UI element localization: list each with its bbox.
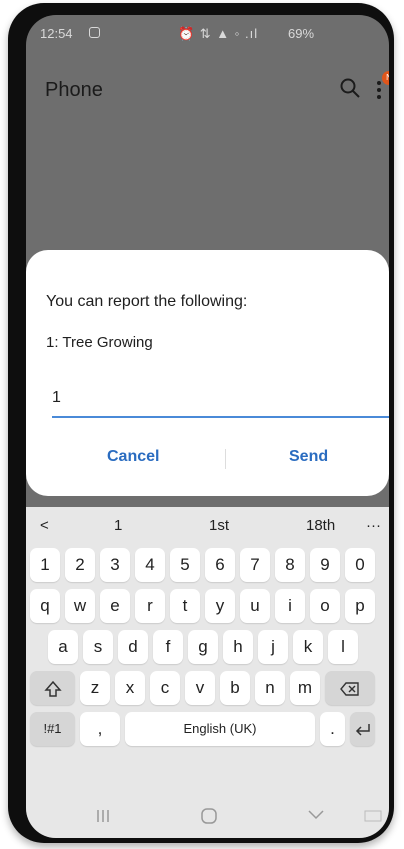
key-s[interactable]: s <box>83 630 113 664</box>
key-m[interactable]: m <box>290 671 320 705</box>
key-4[interactable]: 4 <box>135 548 165 582</box>
backspace-key[interactable] <box>325 671 375 705</box>
notification-badge: N <box>382 71 389 85</box>
more-suggestions-icon[interactable]: ··· <box>366 517 381 534</box>
button-divider <box>225 449 226 469</box>
enter-icon <box>355 723 370 736</box>
key-b[interactable]: b <box>220 671 250 705</box>
backspace-icon <box>340 681 359 696</box>
key-j[interactable]: j <box>258 630 288 664</box>
cancel-button[interactable]: Cancel <box>107 448 159 466</box>
enter-key[interactable] <box>350 712 375 746</box>
collapse-suggestions-icon[interactable]: < <box>40 517 49 534</box>
phone-screen: 12:54 ⏰ ⇅ ▲ ◦ .ıl 69% Phone N You can re… <box>26 15 389 838</box>
key-8[interactable]: 8 <box>275 548 305 582</box>
key-i[interactable]: i <box>275 589 305 623</box>
key-v[interactable]: v <box>185 671 215 705</box>
period-key[interactable]: . <box>320 712 345 746</box>
app-title: Phone <box>45 79 103 101</box>
key-2[interactable]: 2 <box>65 548 95 582</box>
key-z[interactable]: z <box>80 671 110 705</box>
key-x[interactable]: x <box>115 671 145 705</box>
key-w[interactable]: w <box>65 589 95 623</box>
key-n[interactable]: n <box>255 671 285 705</box>
suggestion-bar: < 1 1st 18th ··· <box>26 507 389 543</box>
key-y[interactable]: y <box>205 589 235 623</box>
report-input[interactable] <box>52 376 389 418</box>
key-t[interactable]: t <box>170 589 200 623</box>
dialog-message: You can report the following: <box>46 293 248 310</box>
recent-apps-icon[interactable] <box>94 809 112 823</box>
shift-key[interactable] <box>30 671 75 705</box>
report-option: 1: Tree Growing <box>46 334 153 351</box>
keyboard-grid-icon[interactable] <box>364 809 382 823</box>
status-icons: ⏰ ⇅ ▲ ◦ .ıl <box>178 26 259 41</box>
key-g[interactable]: g <box>188 630 218 664</box>
key-f[interactable]: f <box>153 630 183 664</box>
suggestion-item[interactable]: 1st <box>209 517 229 534</box>
instagram-icon <box>89 27 100 38</box>
key-u[interactable]: u <box>240 589 270 623</box>
key-o[interactable]: o <box>310 589 340 623</box>
comma-key[interactable]: , <box>80 712 120 746</box>
key-k[interactable]: k <box>293 630 323 664</box>
key-a[interactable]: a <box>48 630 78 664</box>
shift-icon <box>43 680 62 697</box>
key-h[interactable]: h <box>223 630 253 664</box>
navigation-bar <box>26 797 389 838</box>
key-6[interactable]: 6 <box>205 548 235 582</box>
more-options-icon[interactable] <box>375 79 383 101</box>
key-9[interactable]: 9 <box>310 548 340 582</box>
key-5[interactable]: 5 <box>170 548 200 582</box>
key-c[interactable]: c <box>150 671 180 705</box>
space-key[interactable]: English (UK) <box>125 712 315 746</box>
report-dialog: You can report the following: 1: Tree Gr… <box>26 250 389 496</box>
phone-device-frame: 12:54 ⏰ ⇅ ▲ ◦ .ıl 69% Phone N You can re… <box>8 3 394 843</box>
keyboard: < 1 1st 18th ··· 1 2 3 4 5 6 7 8 9 0 q w… <box>26 507 389 838</box>
back-chevron-icon[interactable] <box>308 810 324 820</box>
key-1[interactable]: 1 <box>30 548 60 582</box>
battery-level: 69% <box>288 26 315 41</box>
symbols-key[interactable]: !#1 <box>30 712 75 746</box>
key-7[interactable]: 7 <box>240 548 270 582</box>
status-time: 12:54 <box>40 26 73 41</box>
suggestion-item[interactable]: 1 <box>114 517 122 534</box>
send-button[interactable]: Send <box>289 448 328 466</box>
key-3[interactable]: 3 <box>100 548 130 582</box>
key-0[interactable]: 0 <box>345 548 375 582</box>
key-q[interactable]: q <box>30 589 60 623</box>
key-d[interactable]: d <box>118 630 148 664</box>
key-e[interactable]: e <box>100 589 130 623</box>
suggestion-item[interactable]: 18th <box>306 517 335 534</box>
key-r[interactable]: r <box>135 589 165 623</box>
home-icon[interactable] <box>200 807 218 825</box>
search-icon[interactable] <box>339 77 361 99</box>
key-l[interactable]: l <box>328 630 358 664</box>
status-bar: 12:54 ⏰ ⇅ ▲ ◦ .ıl 69% <box>26 15 389 51</box>
key-p[interactable]: p <box>345 589 375 623</box>
